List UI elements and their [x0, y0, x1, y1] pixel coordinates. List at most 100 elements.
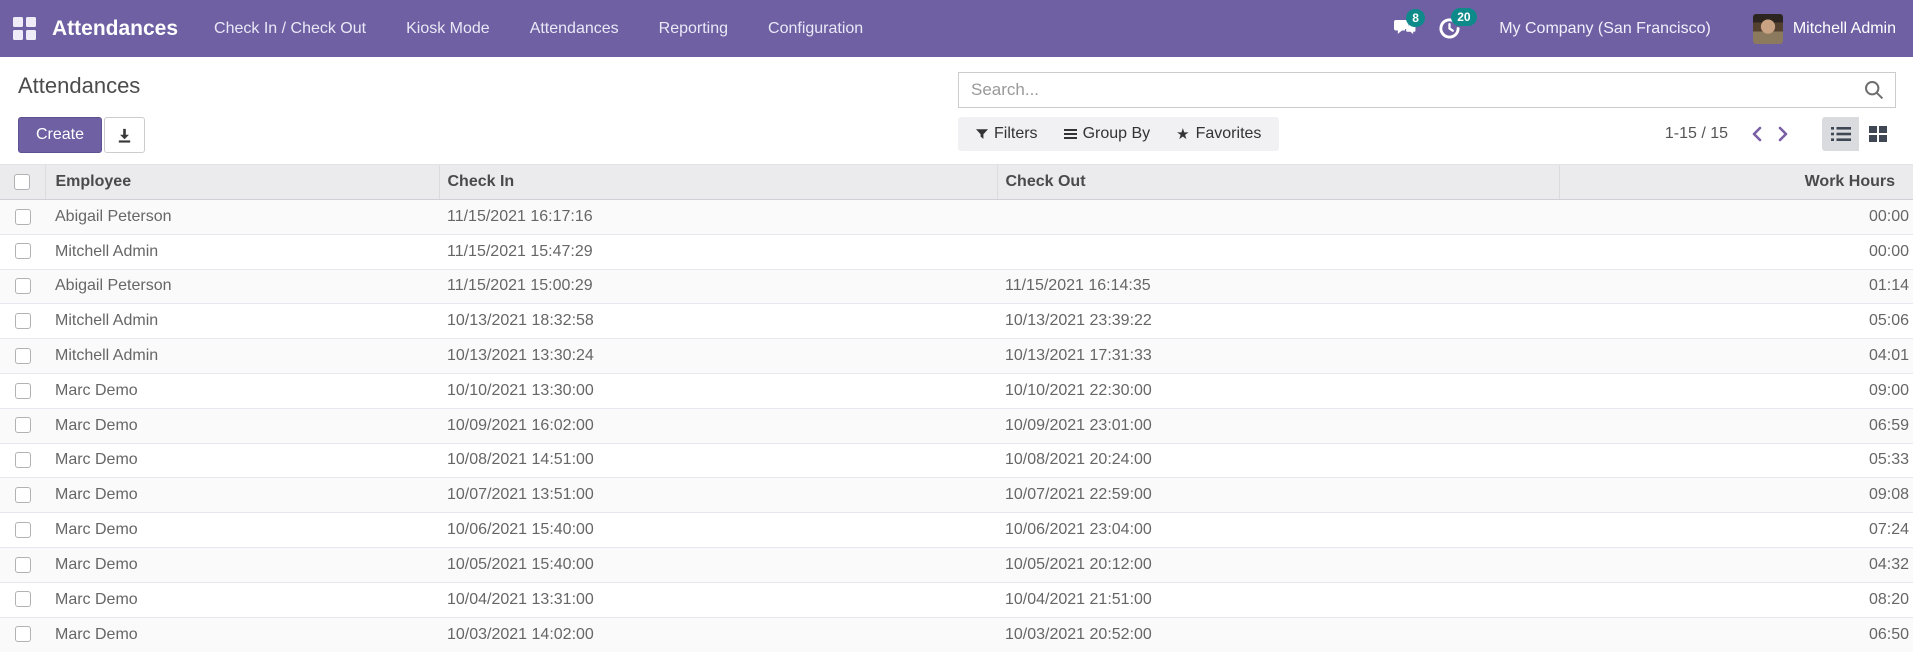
menu-reporting[interactable]: Reporting — [639, 0, 748, 57]
table-row[interactable]: Marc Demo 10/08/2021 14:51:00 10/08/2021 2… — [0, 443, 1913, 478]
cell-work-hours[interactable]: 06:59 — [1559, 408, 1913, 443]
cell-check-in[interactable]: 10/07/2021 13:51:00 — [439, 478, 997, 513]
row-checkbox[interactable] — [14, 591, 31, 608]
table-row[interactable]: Marc Demo 10/03/2021 14:02:00 10/03/2021 2… — [0, 617, 1913, 652]
cell-employee[interactable]: Marc Demo — [45, 547, 439, 582]
messages-button[interactable]: 8 — [1393, 9, 1425, 39]
cell-employee[interactable]: Mitchell Admin — [45, 339, 439, 374]
cell-work-hours[interactable]: 06:50 — [1559, 617, 1913, 652]
cell-employee[interactable]: Marc Demo — [45, 478, 439, 513]
cell-check-in[interactable]: 10/04/2021 13:31:00 — [439, 582, 997, 617]
row-checkbox[interactable] — [14, 313, 31, 330]
cell-check-in[interactable]: 11/15/2021 15:00:29 — [439, 269, 997, 304]
table-row[interactable]: Marc Demo 10/09/2021 16:02:00 10/09/2021 2… — [0, 408, 1913, 444]
cell-check-out[interactable]: 10/10/2021 22:30:00 — [997, 373, 1559, 408]
cell-employee[interactable]: Marc Demo — [45, 617, 439, 652]
cell-check-out[interactable] — [997, 200, 1559, 235]
cell-work-hours[interactable]: 08:20 — [1559, 582, 1913, 617]
search-input[interactable] — [959, 80, 1863, 100]
cell-check-in[interactable]: 10/13/2021 13:30:24 — [439, 339, 997, 374]
cell-employee[interactable]: Marc Demo — [45, 373, 439, 408]
cell-check-in[interactable]: 10/06/2021 15:40:00 — [439, 513, 997, 548]
cell-work-hours[interactable]: 05:06 — [1559, 304, 1913, 339]
cell-check-out[interactable]: 10/04/2021 21:51:00 — [997, 582, 1559, 617]
create-button[interactable]: Create — [18, 117, 103, 153]
cell-work-hours[interactable]: 01:14 — [1559, 269, 1913, 304]
cell-employee[interactable]: Marc Demo — [45, 443, 439, 478]
table-row[interactable]: Marc Demo 10/10/2021 13:30:00 10/10/2021 2… — [0, 373, 1913, 408]
cell-check-out[interactable]: 10/05/2021 20:12:00 — [997, 547, 1559, 582]
user-menu[interactable]: Mitchell Admin — [1752, 13, 1896, 44]
row-checkbox[interactable] — [14, 382, 31, 399]
cell-employee[interactable]: Abigail Peterson — [45, 269, 439, 304]
table-row[interactable]: Marc Demo 10/06/2021 15:40:00 10/06/2021 2… — [0, 512, 1913, 548]
pager-next-button[interactable] — [1770, 122, 1796, 146]
cell-work-hours[interactable]: 09:08 — [1559, 478, 1913, 513]
cell-check-out[interactable] — [997, 234, 1559, 269]
table-row[interactable]: Marc Demo 10/07/2021 13:51:00 10/07/2021 2… — [0, 477, 1913, 513]
cell-employee[interactable]: Marc Demo — [45, 408, 439, 443]
row-checkbox[interactable] — [14, 626, 31, 643]
cell-work-hours[interactable]: 00:00 — [1559, 234, 1913, 269]
cell-check-out[interactable]: 11/15/2021 16:14:35 — [997, 269, 1559, 304]
row-checkbox[interactable] — [14, 278, 31, 295]
row-checkbox[interactable] — [14, 347, 31, 364]
row-checkbox[interactable] — [14, 208, 31, 225]
cell-employee[interactable]: Marc Demo — [45, 513, 439, 548]
row-checkbox[interactable] — [14, 243, 31, 260]
cell-work-hours[interactable]: 05:33 — [1559, 443, 1913, 478]
cell-check-out[interactable]: 10/07/2021 22:59:00 — [997, 478, 1559, 513]
column-header-check-out[interactable]: Check Out — [996, 164, 1559, 200]
column-header-check-in[interactable]: Check In — [438, 164, 997, 200]
column-header-work-hours[interactable]: Work Hours — [1558, 164, 1913, 200]
filters-button[interactable]: Filters — [976, 125, 1038, 143]
select-all-checkbox[interactable] — [14, 173, 31, 190]
favorites-button[interactable]: ★ Favorites — [1176, 125, 1261, 143]
cell-check-out[interactable]: 10/03/2021 20:52:00 — [997, 617, 1559, 652]
cell-check-in[interactable]: 11/15/2021 15:47:29 — [439, 234, 997, 269]
cell-employee[interactable]: Abigail Peterson — [45, 200, 439, 235]
cell-employee[interactable]: Mitchell Admin — [45, 304, 439, 339]
apps-menu-button[interactable] — [0, 0, 48, 57]
cell-check-in[interactable]: 10/05/2021 15:40:00 — [439, 547, 997, 582]
kanban-view-button[interactable] — [1859, 117, 1896, 151]
cell-check-in[interactable]: 10/10/2021 13:30:00 — [439, 373, 997, 408]
cell-work-hours[interactable]: 07:24 — [1559, 513, 1913, 548]
table-row[interactable]: Mitchell Admin 11/15/2021 15:47:29 00:00 — [0, 234, 1913, 269]
table-row[interactable]: Abigail Peterson 11/15/2021 15:00:29 11/15… — [0, 269, 1913, 304]
cell-work-hours[interactable]: 04:01 — [1559, 339, 1913, 374]
cell-check-in[interactable]: 10/09/2021 16:02:00 — [439, 408, 997, 443]
row-checkbox[interactable] — [14, 556, 31, 573]
cell-work-hours[interactable]: 00:00 — [1559, 200, 1913, 235]
cell-check-in[interactable]: 10/13/2021 18:32:58 — [439, 304, 997, 339]
cell-check-out[interactable]: 10/13/2021 23:39:22 — [997, 304, 1559, 339]
pager-previous-button[interactable] — [1744, 122, 1770, 146]
app-name[interactable]: Attendances — [52, 17, 178, 41]
table-row[interactable]: Marc Demo 10/04/2021 13:31:00 10/04/2021 2… — [0, 582, 1913, 617]
menu-kiosk-mode[interactable]: Kiosk Mode — [386, 0, 510, 57]
cell-employee[interactable]: Marc Demo — [45, 582, 439, 617]
group-by-button[interactable]: Group By — [1063, 125, 1150, 143]
row-checkbox[interactable] — [14, 521, 31, 538]
table-row[interactable]: Mitchell Admin 10/13/2021 18:32:58 10/13/2… — [0, 303, 1913, 339]
menu-check-in-check-out[interactable]: Check In / Check Out — [194, 0, 386, 57]
cell-check-in[interactable]: 10/03/2021 14:02:00 — [439, 617, 997, 652]
table-row[interactable]: Mitchell Admin 10/13/2021 13:30:24 10/13/2… — [0, 338, 1913, 374]
activities-button[interactable]: 20 — [1438, 8, 1477, 40]
cell-check-out[interactable]: 10/13/2021 17:31:33 — [997, 339, 1559, 374]
cell-work-hours[interactable]: 04:32 — [1559, 547, 1913, 582]
search-icon[interactable] — [1863, 79, 1885, 101]
menu-configuration[interactable]: Configuration — [748, 0, 883, 57]
menu-attendances[interactable]: Attendances — [510, 0, 639, 57]
cell-check-out[interactable]: 10/09/2021 23:01:00 — [997, 408, 1559, 443]
row-checkbox[interactable] — [14, 417, 31, 434]
cell-check-out[interactable]: 10/06/2021 23:04:00 — [997, 513, 1559, 548]
export-button[interactable] — [104, 117, 146, 153]
cell-check-out[interactable]: 10/08/2021 20:24:00 — [997, 443, 1559, 478]
cell-employee[interactable]: Mitchell Admin — [45, 234, 439, 269]
row-checkbox[interactable] — [14, 452, 31, 469]
row-checkbox[interactable] — [14, 487, 31, 504]
cell-check-in[interactable]: 10/08/2021 14:51:00 — [439, 443, 997, 478]
column-header-employee[interactable]: Employee — [44, 164, 439, 200]
cell-work-hours[interactable]: 09:00 — [1559, 373, 1913, 408]
